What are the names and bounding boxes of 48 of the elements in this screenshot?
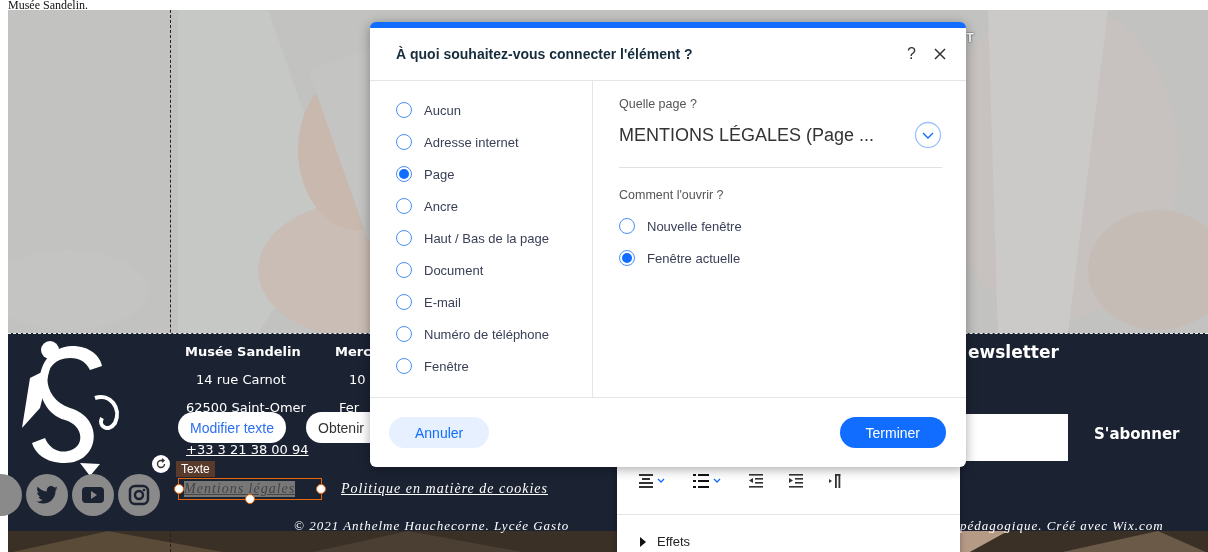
close-button[interactable] <box>934 48 946 60</box>
footer-heading: Merc <box>335 344 371 359</box>
align-center-icon[interactable] <box>639 474 667 488</box>
camera-icon[interactable] <box>118 474 160 516</box>
help-button[interactable]: ? <box>907 45 916 63</box>
effects-section[interactable]: Effets <box>639 534 690 549</box>
link-type-option[interactable]: E-mail <box>396 292 592 312</box>
finish-button[interactable]: Terminer <box>839 417 946 448</box>
footer-heading: Musée Sandelin <box>185 344 301 359</box>
dialog-title: À quoi souhaitez-vous connecter l'élément ? <box>396 46 694 62</box>
field-label: Comment l'ouvrir ? <box>619 188 725 202</box>
rotate-icon[interactable] <box>152 455 170 473</box>
link-type-option[interactable]: Page <box>396 164 592 184</box>
hours-text: Fer <box>339 400 360 415</box>
link-type-option[interactable]: Aucun <box>396 100 592 120</box>
caret-icon <box>639 536 647 547</box>
bullet-list-icon[interactable] <box>693 474 723 488</box>
address-text: +33 3 21 38 00 94 <box>186 442 309 457</box>
link-type-option[interactable]: Adresse internet <box>396 132 592 152</box>
newsletter-title: ewsletter <box>968 342 1059 362</box>
subscribe-button[interactable]: S'abonner <box>1088 424 1186 444</box>
link-type-option[interactable]: Document <box>396 260 592 280</box>
link-type-option[interactable]: Ancre <box>396 196 592 216</box>
copyright-text: © 2021 Anthelme Hauchecorne. Lycée Gasto <box>294 518 570 534</box>
address-text: 62500 Saint-Omer <box>186 400 306 415</box>
link-type-option[interactable]: Fenêtre <box>396 356 592 376</box>
page-heading: Musée Sandelin. <box>8 0 88 10</box>
address-text: 14 rue Carnot <box>196 372 286 387</box>
outdent-icon[interactable] <box>749 474 763 488</box>
footer-link[interactable]: Politique en matière de cookies <box>341 481 548 497</box>
resize-handle[interactable] <box>316 484 326 494</box>
open-option[interactable]: Nouvelle fenêtre <box>619 216 942 236</box>
paragraph-direction-icon[interactable] <box>829 474 841 488</box>
hours-text: 10 <box>349 372 366 387</box>
resize-handle[interactable] <box>245 494 255 504</box>
twitter-icon[interactable] <box>26 474 68 516</box>
element-tag: Texte <box>176 461 215 477</box>
open-option[interactable]: Fenêtre actuelle <box>619 248 942 268</box>
indent-icon[interactable] <box>789 474 803 488</box>
field-label: Quelle page ? <box>619 97 698 111</box>
resize-handle[interactable] <box>174 484 184 494</box>
cancel-button[interactable]: Annuler <box>389 417 490 448</box>
copyright-text: pédagogique. Créé avec Wix.com <box>960 518 1164 534</box>
page-dropdown[interactable]: MENTIONS LÉGALES (Page ... <box>619 124 875 146</box>
link-type-option[interactable]: Numéro de téléphone <box>396 324 592 344</box>
edit-text-button[interactable]: Modifier texte <box>178 412 287 443</box>
link-type-option[interactable]: Haut / Bas de la page <box>396 228 592 248</box>
video-icon[interactable] <box>72 474 114 516</box>
